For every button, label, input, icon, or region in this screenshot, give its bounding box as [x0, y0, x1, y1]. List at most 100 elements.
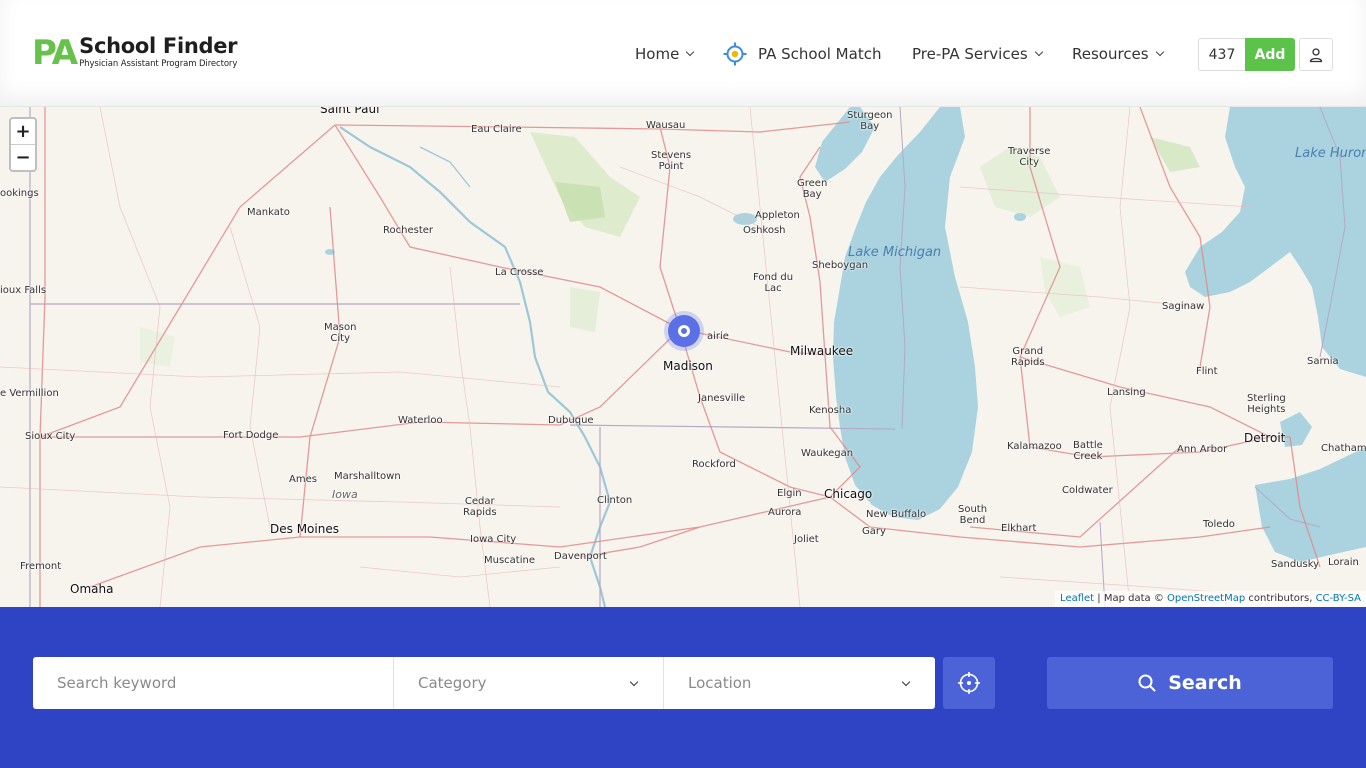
listing-count-add: 437 Add [1198, 38, 1295, 71]
map-label-kenosha: Kenosha [809, 405, 852, 416]
map-label-saginaw: Saginaw [1162, 301, 1205, 312]
map-label-stevens-point: Stevens Point [651, 150, 692, 172]
map-label-joliet: Joliet [794, 534, 819, 545]
zoom-out-button[interactable]: − [11, 145, 35, 171]
map-label-sarnia: Sarnia [1307, 356, 1339, 367]
map-label-ann-arbor: Ann Arbor [1177, 444, 1228, 455]
map-label-chicago: Chicago [824, 487, 873, 501]
map-label-sioux-city: Sioux City [25, 431, 76, 442]
map-label-oshkosh: Oshkosh [743, 225, 786, 236]
map-label-janesville: Janesville [698, 393, 746, 404]
map-label-battle-creek: Battle Creek [1073, 440, 1103, 462]
map-label-iowa-city: Iowa City [470, 534, 517, 545]
keyword-field [33, 657, 394, 709]
map-label-sheboygan: Sheboygan [812, 260, 869, 271]
marker-pin [668, 315, 700, 347]
main-nav: Home PA School Match Pre-PA Services Res… [0, 40, 1366, 68]
nav-item-pre-pa-services[interactable]: Pre-PA Services [912, 40, 1043, 68]
map-label-kalamazoo: Kalamazoo [1007, 441, 1062, 452]
search-section: Category Location Search [0, 607, 1366, 768]
map-label-waukegan: Waukegan [801, 448, 854, 459]
map-label-detroit: Detroit [1244, 431, 1286, 445]
map-label-appleton: Appleton [755, 210, 800, 221]
map-label-iowa: Iowa [332, 488, 358, 501]
map-label-toledo: Toledo [1203, 519, 1235, 530]
search-keyword-input[interactable] [57, 674, 377, 692]
nav-item-resources[interactable]: Resources [1072, 40, 1164, 68]
map-view[interactable]: + − Saint Paul Eau Claire Wausau Sturgeo… [0, 107, 1366, 607]
map-label-fond-du-lac: Fond du Lac [753, 272, 794, 294]
listing-count: 437 [1198, 38, 1245, 71]
category-select-label: Category [418, 674, 487, 692]
map-label-sterling-heights: Sterling Heights [1247, 393, 1286, 415]
map-label-lake-michigan: Lake Michigan [848, 245, 942, 260]
map-attribution: Leaflet | Map data © OpenStreetMap contr… [1055, 591, 1366, 607]
add-listing-button[interactable]: Add [1245, 38, 1295, 71]
crosshair-target-icon [723, 42, 747, 66]
map-label-saint-paul: Saint Paul [320, 107, 380, 116]
nav-item-pa-school-match[interactable]: PA School Match [723, 40, 881, 68]
user-account-button[interactable] [1299, 38, 1333, 71]
category-select[interactable]: Category [394, 657, 664, 709]
chevron-down-icon [901, 677, 911, 687]
map-label-green-bay: Green Bay [797, 178, 828, 200]
map-label-davenport: Davenport [554, 551, 607, 562]
map-label-fort-dodge: Fort Dodge [223, 430, 279, 441]
map-label-eau-claire: Eau Claire [471, 124, 522, 135]
map-label-sandusky: Sandusky [1271, 559, 1320, 570]
zoom-control: + − [9, 117, 37, 172]
nav-item-label: Home [635, 45, 680, 63]
map-label-sun-prairie: airie [707, 331, 729, 342]
map-label-lansing: Lansing [1107, 387, 1146, 398]
map-label-omaha: Omaha [70, 582, 114, 596]
map-label-muscatine: Muscatine [484, 555, 535, 566]
nav-item-label: Resources [1072, 45, 1149, 63]
map-label-sturgeon-bay: Sturgeon Bay [847, 110, 893, 132]
site-header: PA School Finder Physician Assistant Pro… [0, 0, 1366, 107]
crosshair-icon [958, 672, 980, 694]
map-label-elgin: Elgin [777, 488, 802, 499]
map-label-marshalltown: Marshalltown [334, 471, 401, 482]
leaflet-link[interactable]: Leaflet [1060, 593, 1094, 604]
map-label-dubuque: Dubuque [548, 415, 594, 426]
zoom-in-button[interactable]: + [11, 119, 35, 145]
chevron-down-icon [629, 677, 639, 687]
map-label-brookings: ookings [0, 188, 39, 199]
map-label-chatham: Chatham [1321, 443, 1366, 454]
attribution-contributors: contributors, [1245, 593, 1316, 604]
map-label-new-buffalo: New Buffalo [866, 509, 927, 520]
map-label-vermillion: e Vermillion [0, 388, 59, 399]
location-select[interactable]: Location [664, 657, 935, 709]
user-icon [1309, 47, 1323, 62]
search-button[interactable]: Search [1047, 657, 1333, 709]
marker-dot-icon [678, 325, 690, 337]
map-label-wausau: Wausau [646, 120, 686, 131]
nav-item-home[interactable]: Home [635, 40, 695, 68]
map-label-lake-huron: Lake Huron [1295, 146, 1366, 161]
map-label-sioux-falls: ioux Falls [0, 285, 47, 296]
search-icon [1138, 674, 1156, 692]
search-button-label: Search [1168, 672, 1242, 694]
locate-me-button[interactable] [943, 657, 995, 709]
map-label-des-moines: Des Moines [270, 522, 339, 536]
attribution-separator: | Map data © [1094, 593, 1167, 604]
map-label-la-crosse: La Crosse [495, 267, 544, 278]
map-tiles [0, 107, 1366, 607]
map-label-elkhart: Elkhart [1001, 523, 1037, 534]
openstreetmap-link[interactable]: OpenStreetMap [1167, 593, 1245, 604]
location-marker[interactable] [664, 311, 704, 351]
nav-item-label: PA School Match [758, 45, 882, 63]
map-label-milwaukee: Milwaukee [790, 344, 854, 358]
map-label-fremont: Fremont [20, 561, 62, 572]
map-label-rockford: Rockford [692, 459, 736, 470]
nav-item-label: Pre-PA Services [912, 45, 1028, 63]
map-label-mason-city: Mason City [324, 322, 357, 344]
map-label-traverse-city: Traverse City [1008, 146, 1051, 168]
map-label-lorain: Lorain [1328, 557, 1359, 568]
map-label-coldwater: Coldwater [1062, 485, 1113, 496]
map-label-flint: Flint [1196, 366, 1218, 377]
location-select-label: Location [688, 674, 752, 692]
license-link[interactable]: CC-BY-SA [1316, 593, 1361, 604]
map-label-aurora: Aurora [768, 507, 802, 518]
map-label-madison: Madison [663, 359, 713, 373]
